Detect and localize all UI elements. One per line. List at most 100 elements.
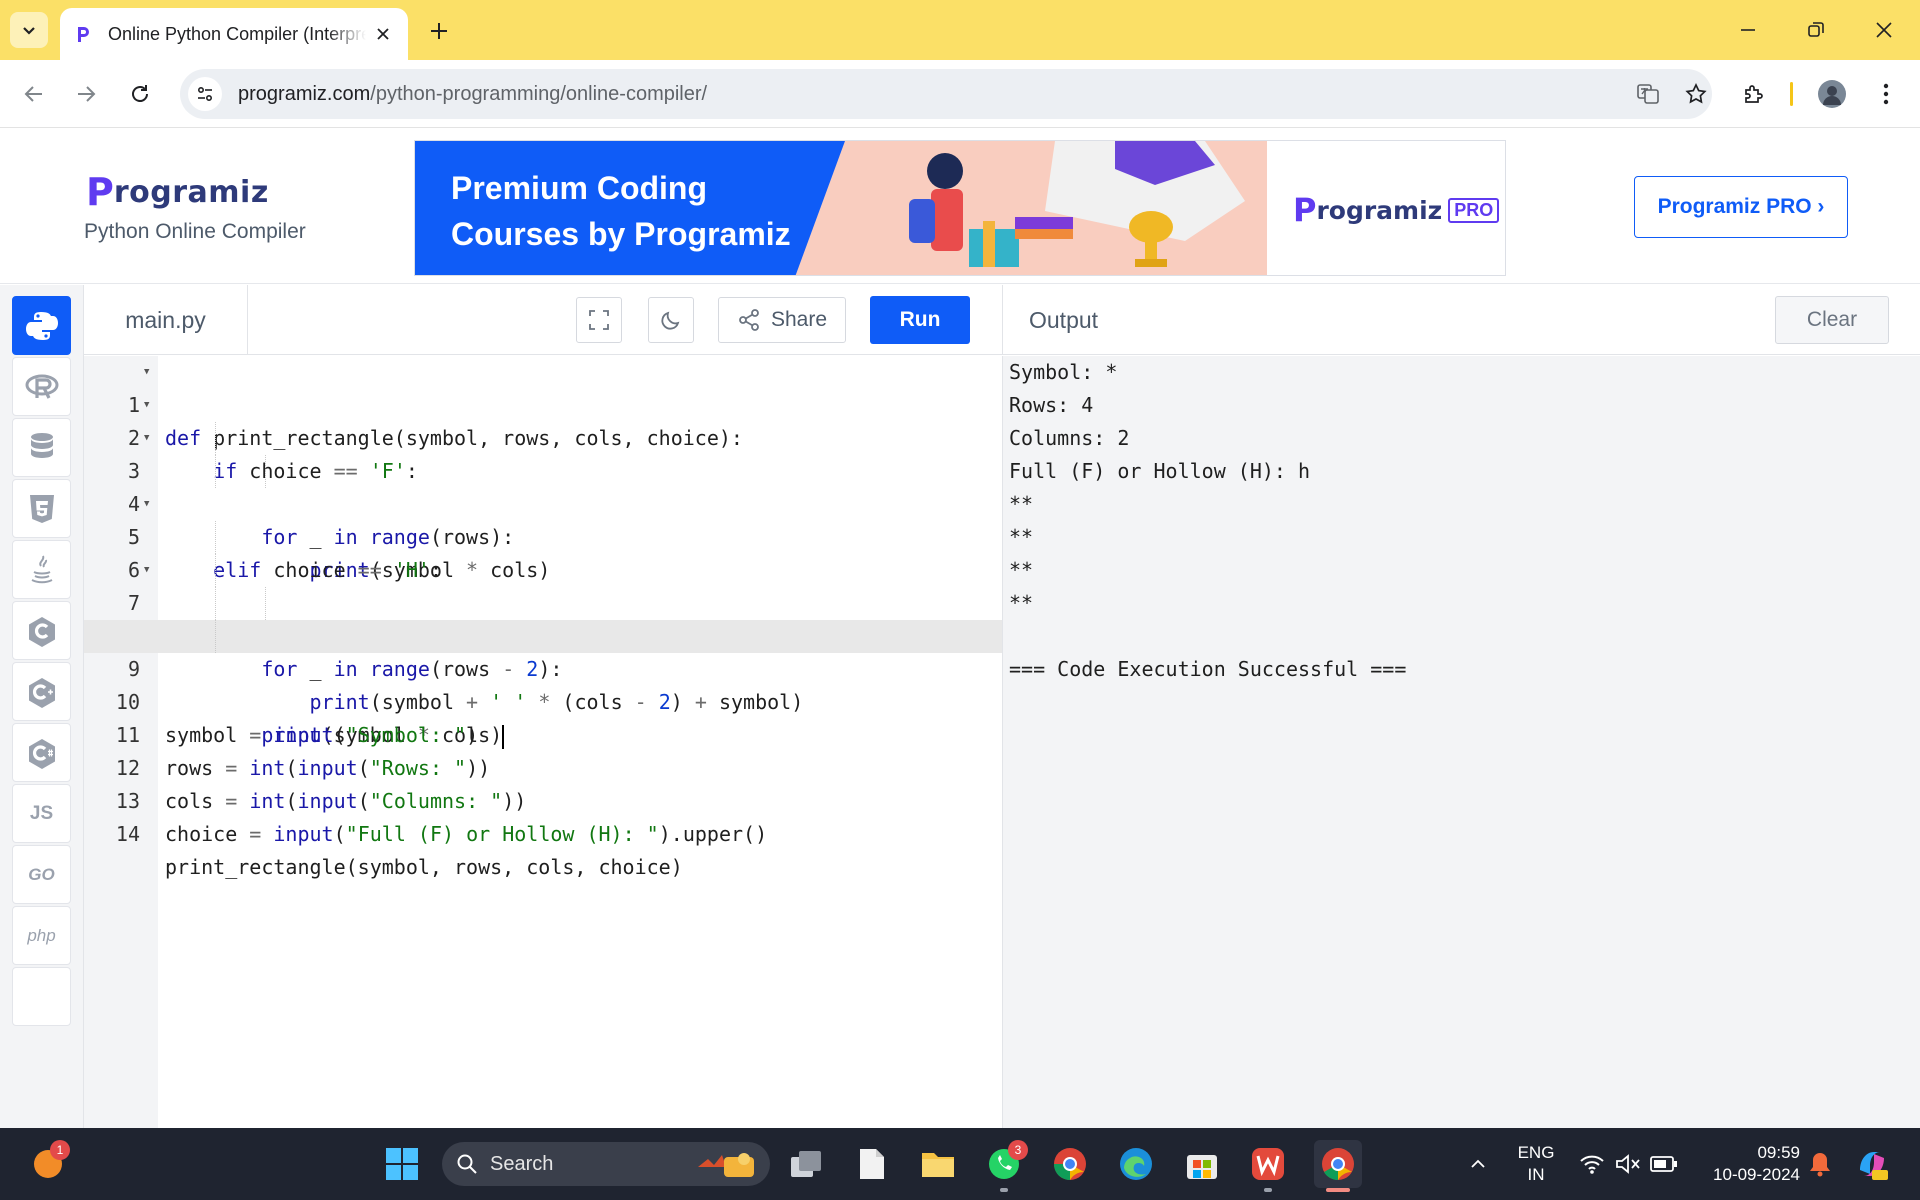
taskbar-edge[interactable] bbox=[1116, 1144, 1156, 1184]
code-line[interactable]: 6 print(symbol * cols) bbox=[84, 521, 1002, 648]
output-line: ** bbox=[1009, 558, 1034, 582]
code-editor[interactable]: 1 ▼ def print_rectangle(symbol, rows, col… bbox=[84, 356, 1002, 1128]
reload-icon bbox=[132, 85, 148, 102]
fold-arrow-icon[interactable]: ▼ bbox=[144, 554, 149, 587]
code-line-active[interactable]: 9 print(symbol * cols) bbox=[84, 620, 1002, 749]
browser-menu-button[interactable] bbox=[1866, 74, 1906, 114]
code-line[interactable]: 1 ▼ def print_rectangle(symbol, rows, col… bbox=[84, 356, 1002, 450]
lang-go-button[interactable]: GO bbox=[12, 845, 71, 904]
code-line[interactable]: 12 cols = int(input("Columns: ")) bbox=[84, 719, 1002, 813]
url-text[interactable]: programiz.com/python-programming/online-… bbox=[238, 83, 707, 106]
kebab-menu-icon bbox=[1883, 83, 1889, 105]
lang-more-button[interactable] bbox=[12, 967, 71, 1026]
taskbar-chrome[interactable] bbox=[1050, 1144, 1090, 1184]
code-line[interactable]: 10 symbol = input("Symbol: ") bbox=[84, 653, 1002, 747]
translate-icon[interactable] bbox=[1628, 69, 1668, 119]
volume-status[interactable] bbox=[1608, 1144, 1648, 1184]
cpp-icon bbox=[28, 677, 55, 708]
lang-python-button[interactable] bbox=[12, 296, 71, 355]
taskbar-file-explorer[interactable] bbox=[918, 1144, 958, 1184]
lang-sql-button[interactable] bbox=[12, 418, 71, 477]
fold-arrow-icon[interactable]: ▼ bbox=[144, 389, 149, 422]
close-tab-icon[interactable] bbox=[372, 23, 394, 45]
notifications-button[interactable] bbox=[1800, 1144, 1840, 1184]
fold-arrow-icon[interactable]: ▼ bbox=[144, 356, 149, 389]
extensions-button[interactable] bbox=[1734, 74, 1774, 114]
lang-php-button[interactable]: php bbox=[12, 906, 71, 965]
code-line[interactable]: 2 ▼ if choice == 'F': bbox=[84, 389, 1002, 483]
banner-illustration bbox=[909, 141, 1245, 267]
start-button[interactable] bbox=[382, 1144, 422, 1184]
code-line[interactable]: 11 rows = int(input("Rows: ")) bbox=[84, 686, 1002, 780]
input-language-indicator[interactable]: ENG IN bbox=[1508, 1142, 1564, 1186]
copilot-icon bbox=[1860, 1152, 1888, 1180]
code-line[interactable]: 8 print(symbol + ' ' * (cols - 2) + symb… bbox=[84, 587, 1002, 714]
r-icon bbox=[25, 374, 58, 399]
task-view-button[interactable] bbox=[786, 1144, 826, 1184]
share-label: Share bbox=[770, 308, 828, 331]
fullscreen-button[interactable] bbox=[576, 297, 622, 343]
arrow-left-icon bbox=[24, 86, 42, 102]
dark-mode-button[interactable] bbox=[648, 297, 694, 343]
battery-status[interactable] bbox=[1644, 1144, 1684, 1184]
output-line: Rows: 4 bbox=[1009, 393, 1094, 417]
lang-csharp-button[interactable] bbox=[12, 723, 71, 782]
code-line[interactable]: 4 print(symbol * cols) bbox=[84, 455, 1002, 582]
document-icon bbox=[860, 1149, 884, 1179]
lang-java-button[interactable] bbox=[12, 540, 71, 599]
lang-c-button[interactable] bbox=[12, 601, 71, 660]
taskbar-chrome-active[interactable] bbox=[1314, 1140, 1362, 1188]
wifi-status[interactable] bbox=[1572, 1144, 1612, 1184]
url-domain: programiz.com bbox=[238, 82, 371, 105]
browser-tab[interactable]: Online Python Compiler (Interpreter) bbox=[60, 8, 408, 60]
code-line[interactable]: 7 ▼ for _ in range(rows - 2): bbox=[84, 554, 1002, 681]
taskbar-wps-office[interactable] bbox=[1248, 1144, 1288, 1184]
new-tab-button[interactable] bbox=[424, 16, 454, 46]
fold-arrow-icon[interactable]: ▼ bbox=[144, 488, 149, 521]
code-line[interactable]: 13 choice = input("Full (F) or Hollow (H… bbox=[84, 752, 1002, 846]
lang-html-button[interactable] bbox=[12, 479, 71, 538]
programiz-logo[interactable]: Programiz bbox=[86, 170, 269, 214]
restore-button[interactable] bbox=[1788, 10, 1844, 50]
output-line: ** bbox=[1009, 525, 1034, 549]
code-line[interactable]: 3 ▼ for _ in range(rows): bbox=[84, 422, 1002, 549]
chrome-profile-icon bbox=[1322, 1148, 1354, 1181]
taskbar-store[interactable] bbox=[1182, 1144, 1222, 1184]
search-highlight-icon bbox=[698, 1153, 754, 1177]
address-bar[interactable]: programiz.com/python-programming/online-… bbox=[180, 69, 1712, 119]
output-console[interactable]: Symbol: * Rows: 4 Columns: 2 Full (F) or… bbox=[1002, 356, 1920, 1128]
forward-button[interactable] bbox=[66, 74, 106, 114]
taskbar-file-app[interactable] bbox=[852, 1144, 892, 1184]
show-hidden-icons-button[interactable] bbox=[1458, 1144, 1498, 1184]
clear-button[interactable]: Clear bbox=[1775, 296, 1889, 344]
close-window-button[interactable] bbox=[1856, 10, 1912, 50]
run-button[interactable]: Run bbox=[870, 296, 970, 344]
lang-cpp-button[interactable] bbox=[12, 662, 71, 721]
share-button[interactable]: Share bbox=[718, 297, 846, 343]
clock[interactable]: 09:59 10-09-2024 bbox=[1690, 1142, 1800, 1186]
programiz-pro-button[interactable]: Programiz PRO › bbox=[1634, 176, 1848, 238]
profile-avatar[interactable] bbox=[1812, 74, 1852, 114]
wifi-icon bbox=[1580, 1155, 1604, 1174]
code-line[interactable]: 14 print_rectangle(symbol, rows, cols, c… bbox=[84, 785, 1002, 879]
file-tab-main-py[interactable]: main.py bbox=[84, 285, 248, 355]
taskbar-search[interactable]: Search bbox=[442, 1142, 770, 1186]
code-line[interactable]: 5 ▼ elif choice == 'H': bbox=[84, 488, 1002, 582]
minimize-button[interactable] bbox=[1720, 10, 1776, 50]
fold-arrow-icon[interactable]: ▼ bbox=[144, 422, 149, 455]
reload-button[interactable] bbox=[120, 74, 160, 114]
back-button[interactable] bbox=[14, 74, 54, 114]
task-view-icon bbox=[791, 1151, 821, 1177]
puzzle-icon bbox=[1745, 85, 1763, 103]
whatsapp-badge: 3 bbox=[1008, 1140, 1028, 1160]
tab-search-button[interactable] bbox=[10, 12, 48, 48]
copilot-button[interactable] bbox=[1852, 1144, 1892, 1184]
site-info-icon[interactable] bbox=[188, 77, 222, 111]
output-line: Full (F) or Hollow (H): h bbox=[1009, 459, 1311, 483]
output-header: Output Clear bbox=[1002, 285, 1920, 355]
lang-r-button[interactable] bbox=[12, 357, 71, 416]
lang-javascript-button[interactable]: JS bbox=[12, 784, 71, 843]
bookmark-star-icon[interactable] bbox=[1676, 69, 1716, 119]
site-header: Programiz Python Online Compiler Premium… bbox=[0, 128, 1920, 284]
promo-banner[interactable]: Premium Coding Courses by Programiz Prog… bbox=[414, 140, 1506, 276]
